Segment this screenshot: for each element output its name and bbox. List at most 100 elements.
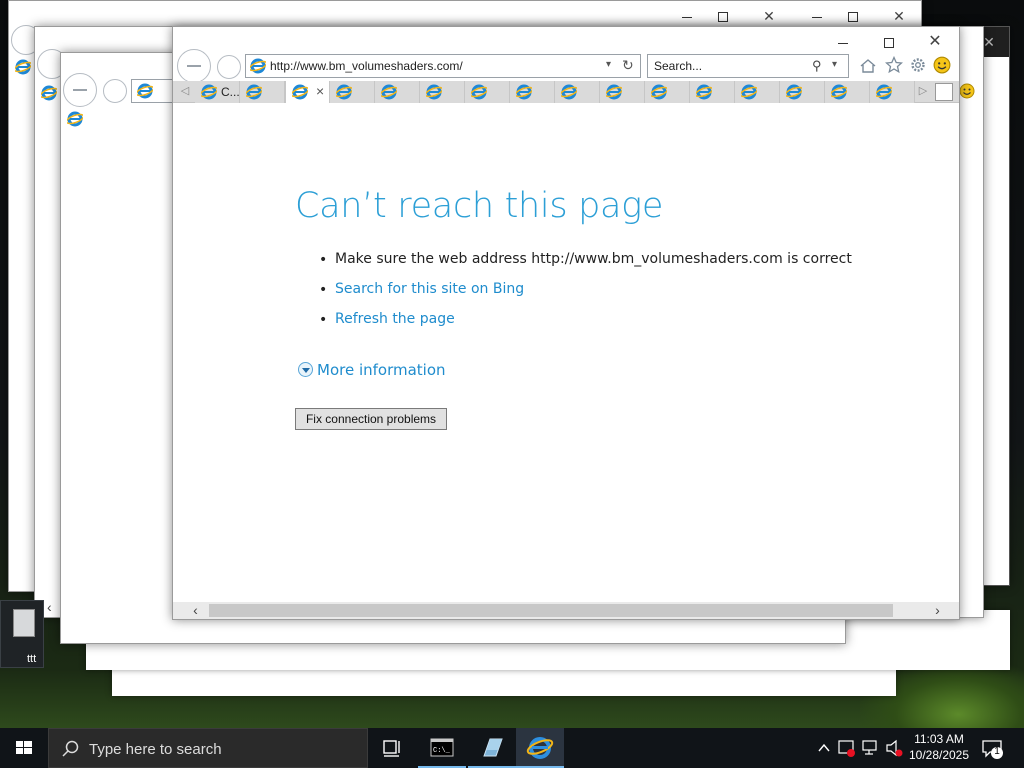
more-information-label[interactable]: More information <box>317 361 446 379</box>
browser-tab[interactable] <box>330 81 375 103</box>
browser-tab[interactable] <box>870 81 915 103</box>
notification-icon[interactable]: 1 <box>980 736 1004 760</box>
ie-icon <box>696 84 712 100</box>
scroll-left-icon[interactable]: ‹ <box>47 599 52 615</box>
ie-icon <box>292 84 308 100</box>
cmd-icon: C:\_ <box>430 738 454 757</box>
ie-icon <box>15 59 31 75</box>
smiley-icon[interactable] <box>959 83 975 99</box>
scroll-right-icon[interactable]: › <box>929 602 946 619</box>
speaker-muted-icon[interactable] <box>884 728 904 768</box>
desktop: ✕ ✕ ✕ › ‹ ttt ✕ <box>0 0 1024 728</box>
ie-icon <box>526 737 554 759</box>
maximize-icon[interactable] <box>871 27 907 57</box>
ie-icon <box>250 58 266 74</box>
ie-icon <box>137 83 153 99</box>
search-bing-link[interactable]: Search for this site on Bing <box>335 281 524 297</box>
browser-tab[interactable] <box>465 81 510 103</box>
dropdown-icon[interactable]: ▾ <box>606 59 611 70</box>
back-button[interactable] <box>177 49 211 83</box>
address-bar[interactable]: http://www.bm_volumeshaders.com/ ▾ ↻ <box>245 54 641 78</box>
address-check-text: Make sure the web address http://www.bm_… <box>335 251 852 267</box>
task-view-icon <box>383 740 400 757</box>
svg-text:C:\_: C:\_ <box>433 747 451 755</box>
clock-time: 11:03 AM <box>914 732 964 746</box>
refresh-page-link[interactable]: Refresh the page <box>335 311 455 327</box>
clock[interactable]: 11:03 AM 10/28/2025 <box>904 731 974 763</box>
tab-close-icon[interactable]: × <box>316 83 324 99</box>
horizontal-scrollbar[interactable]: ‹ › <box>173 602 959 619</box>
chevron-up-icon[interactable] <box>814 728 834 768</box>
browser-tab[interactable] <box>510 81 555 103</box>
minimize-icon[interactable] <box>825 27 861 57</box>
taskbar-search-placeholder[interactable]: Type here to search <box>89 741 222 758</box>
browser-tab[interactable] <box>420 81 465 103</box>
taskbar-cmd[interactable]: C:\_ <box>418 728 466 768</box>
taskbar-app[interactable] <box>468 728 516 768</box>
ie-icon <box>876 84 892 100</box>
ie-icon <box>471 84 487 100</box>
scrollbar-thumb[interactable] <box>209 604 893 617</box>
browser-tab[interactable] <box>825 81 870 103</box>
ie-icon <box>651 84 667 100</box>
ie-icon <box>786 84 802 100</box>
taskbar-ie[interactable] <box>516 728 564 768</box>
smiley-icon[interactable] <box>933 56 951 74</box>
browser-tab[interactable] <box>240 81 285 103</box>
browser-tab[interactable] <box>735 81 780 103</box>
address-text[interactable]: http://www.bm_volumeshaders.com/ <box>270 59 463 73</box>
ie-icon <box>561 84 577 100</box>
browser-tab[interactable]: × <box>285 81 330 103</box>
home-icon[interactable] <box>859 57 877 75</box>
search-box[interactable]: Search... ⚲ ▾ <box>647 54 849 78</box>
ie-icon <box>246 84 262 100</box>
chevron-down-icon[interactable] <box>298 362 313 377</box>
tab-scroll-left-icon[interactable]: ◁ <box>177 84 193 97</box>
search-icon[interactable]: ⚲ <box>812 58 822 74</box>
search-icon <box>62 740 79 757</box>
browser-tab[interactable] <box>375 81 420 103</box>
new-tab-icon[interactable] <box>935 83 953 101</box>
network-icon[interactable] <box>860 728 880 768</box>
star-icon[interactable] <box>884 55 904 74</box>
forward-icon[interactable] <box>103 79 127 103</box>
ie-icon <box>381 84 397 100</box>
taskbar-search-box[interactable]: Type here to search <box>48 728 368 768</box>
fix-connection-button[interactable]: Fix connection problems <box>295 408 447 430</box>
ie-icon <box>201 84 217 100</box>
back-icon[interactable] <box>63 73 97 107</box>
gear-icon[interactable] <box>909 56 927 74</box>
tab-scroll-right-icon[interactable]: ▷ <box>915 84 931 97</box>
shield-icon[interactable] <box>836 728 856 768</box>
app-icon <box>483 738 503 757</box>
browser-tab[interactable] <box>600 81 645 103</box>
browser-tab[interactable] <box>645 81 690 103</box>
task-view-button[interactable] <box>368 728 416 768</box>
forward-button[interactable] <box>217 55 241 79</box>
ie-icon <box>606 84 622 100</box>
search-placeholder[interactable]: Search... <box>654 59 702 73</box>
desktop-icon[interactable]: ttt <box>0 600 44 668</box>
browser-tab[interactable] <box>555 81 600 103</box>
start-button[interactable] <box>0 728 48 768</box>
browser-tab[interactable] <box>780 81 825 103</box>
browser-tab[interactable]: C... <box>195 81 240 103</box>
ie-icon <box>41 85 57 101</box>
ie-icon <box>336 84 352 100</box>
ie-icon <box>426 84 442 100</box>
clock-date: 10/28/2025 <box>908 748 970 762</box>
browser-window[interactable]: ✕ http://www.bm_volumeshaders.com/ ▾ ↻ S… <box>172 26 960 620</box>
ie-icon <box>741 84 757 100</box>
notification-count: 1 <box>994 746 1000 757</box>
ie-icon <box>831 84 847 100</box>
close-icon[interactable]: ✕ <box>917 27 953 57</box>
windows-logo-icon[interactable] <box>0 728 48 768</box>
dropdown-icon[interactable]: ▾ <box>832 59 837 70</box>
browser-tab[interactable] <box>690 81 735 103</box>
scroll-left-icon[interactable]: ‹ <box>187 602 204 619</box>
tab-strip: ◁ C... × ▷ <box>173 81 959 103</box>
taskbar: Type here to search C:\_ 11:03 AM 10/28/… <box>0 728 1024 768</box>
refresh-icon[interactable]: ↻ <box>622 57 634 74</box>
tab-label: C... <box>221 85 240 99</box>
page-title: Can’t reach this page <box>295 186 664 226</box>
